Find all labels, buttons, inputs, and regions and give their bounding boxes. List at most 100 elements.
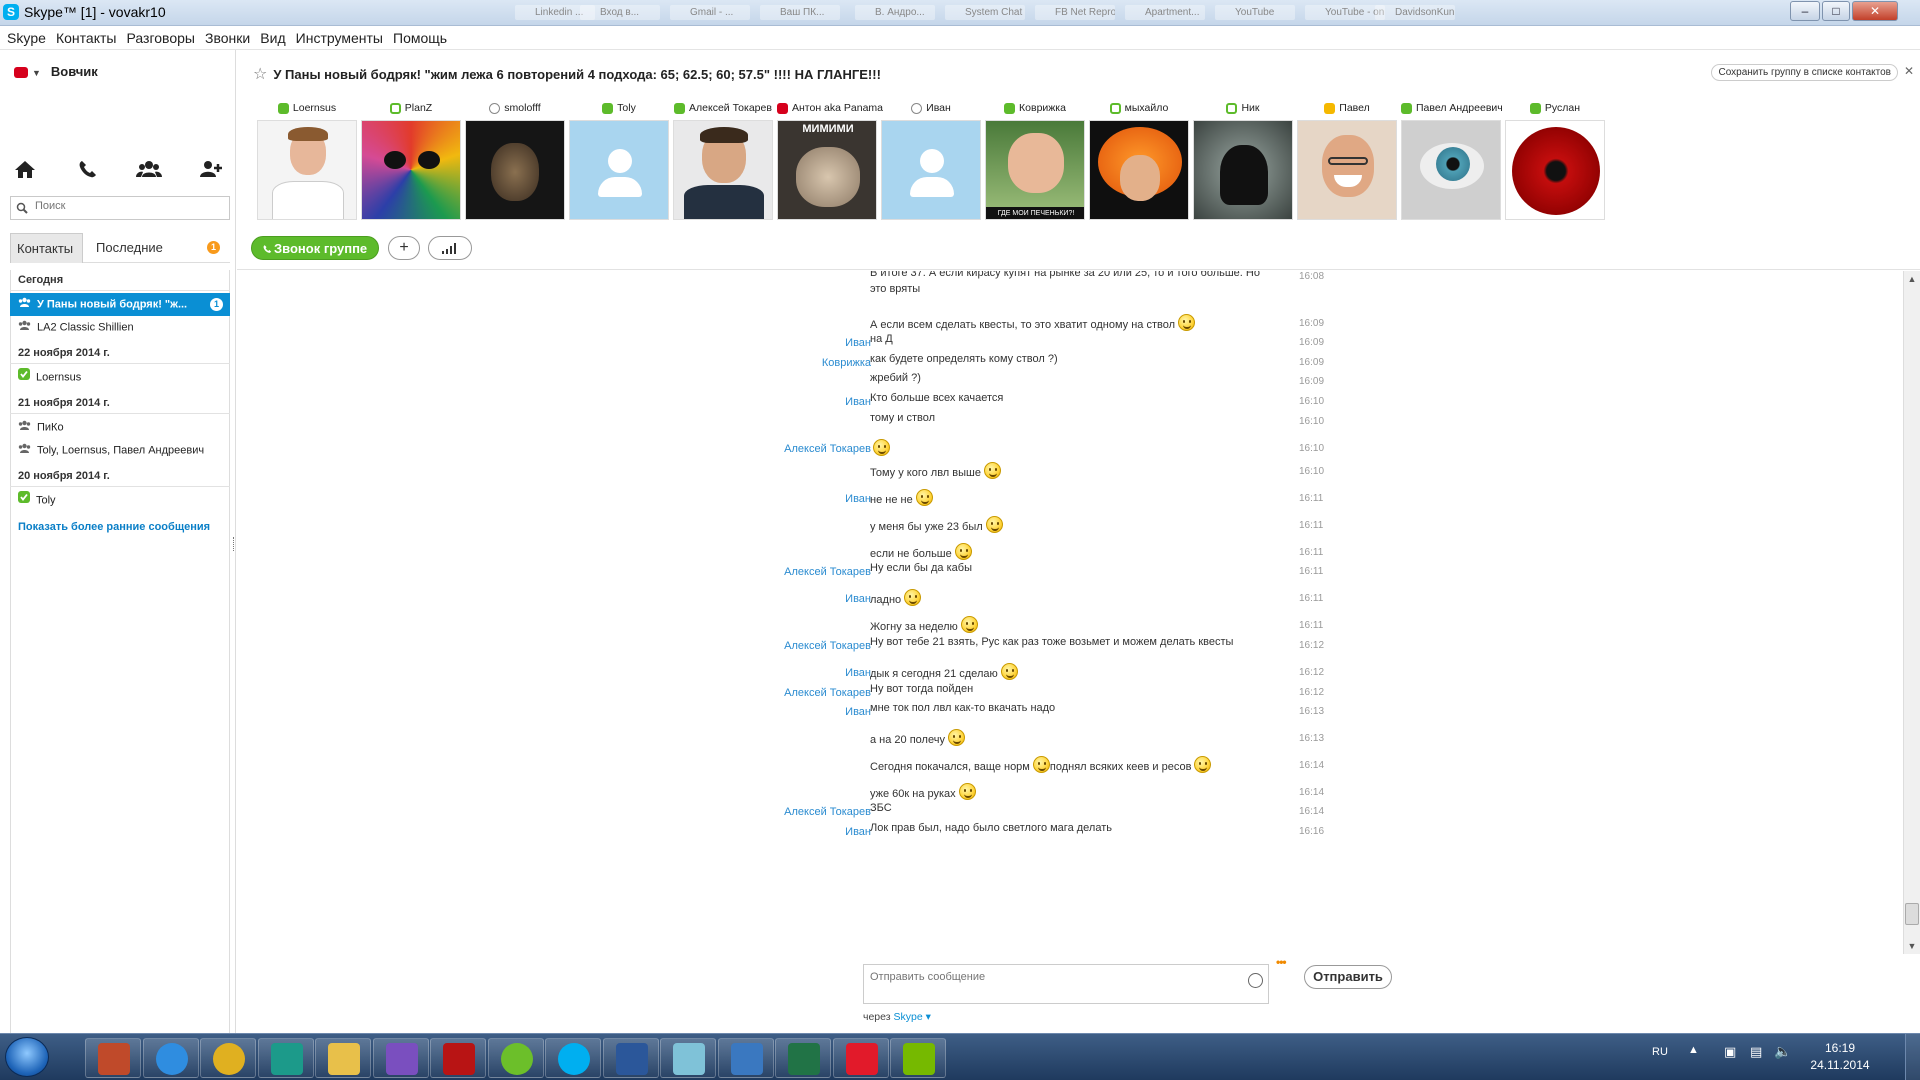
participant[interactable]: Алексей Токарев	[673, 100, 773, 220]
message-sender[interactable]: Иван	[845, 593, 871, 605]
language-indicator[interactable]: RU	[1652, 1046, 1668, 1058]
avatar[interactable]	[1193, 120, 1293, 220]
participant[interactable]: Ник	[1193, 100, 1293, 220]
message-sender[interactable]: Алексей Токарев	[784, 687, 871, 699]
tab-contacts[interactable]: Контакты	[10, 233, 83, 263]
autocad-taskbar-button[interactable]	[257, 1038, 314, 1078]
signal-icon[interactable]: ▤	[1750, 1044, 1762, 1060]
tab-recent[interactable]: Последние	[90, 233, 169, 263]
skype-taskbar-button[interactable]	[545, 1038, 601, 1078]
save-group-button[interactable]: Сохранить группу в списке контактов	[1711, 64, 1898, 81]
paint-taskbar-button[interactable]	[85, 1038, 141, 1078]
participant[interactable]: Антон aka Panama МИМИМИ	[777, 100, 883, 220]
message-sender[interactable]: Коврижка	[822, 357, 871, 369]
message-sender[interactable]: Алексей Токарев	[784, 640, 871, 652]
message-sender[interactable]: Алексей Токарев	[784, 806, 871, 818]
show-earlier-link[interactable]: Показать более ранние сообщения	[10, 512, 230, 542]
participant[interactable]: Иван	[881, 100, 981, 220]
star-icon[interactable]: ☆	[253, 66, 267, 83]
avatar[interactable]	[465, 120, 565, 220]
avatar[interactable]	[1089, 120, 1189, 220]
participant[interactable]: Павел	[1297, 100, 1397, 220]
notepad-taskbar-button[interactable]	[660, 1038, 716, 1078]
emoticon-icon[interactable]	[1248, 973, 1263, 988]
participant[interactable]: Toly	[569, 100, 669, 220]
contacts-icon[interactable]	[136, 158, 162, 180]
excel-taskbar-button[interactable]	[775, 1038, 831, 1078]
send-button[interactable]: Отправить	[1304, 965, 1392, 989]
call-quality-button[interactable]	[428, 236, 472, 260]
avatar[interactable]: ГДЕ МОИ ПЕЧЕНЬКИ?!	[985, 120, 1085, 220]
avatar[interactable]: МИМИМИ	[777, 120, 877, 220]
avatar[interactable]	[1505, 120, 1605, 220]
clock[interactable]: 16:19 24.11.2014	[1800, 1040, 1880, 1074]
menu-calls[interactable]: Звонки	[205, 30, 250, 46]
message-composer[interactable]	[863, 964, 1269, 1004]
chat-scrollbar[interactable]: ▲ ▼	[1903, 271, 1920, 954]
close-icon[interactable]: ✕	[1904, 64, 1914, 78]
participant[interactable]: Павел Андреевич	[1401, 100, 1503, 220]
avatar[interactable]	[569, 120, 669, 220]
close-button[interactable]: ✕	[1852, 1, 1898, 21]
start-button[interactable]	[5, 1037, 49, 1077]
menu-contacts[interactable]: Контакты	[56, 30, 116, 46]
scroll-thumb[interactable]	[1905, 903, 1919, 925]
scroll-down-icon[interactable]: ▼	[1904, 938, 1920, 954]
recent-item[interactable]: LA2 Classic Shillien	[10, 316, 230, 339]
explorer-taskbar-button[interactable]	[315, 1038, 371, 1078]
participant[interactable]: Коврижка ГДЕ МОИ ПЕЧЕНЬКИ?!	[985, 100, 1085, 220]
message-sender[interactable]: Алексей Токарев	[784, 566, 871, 578]
add-participant-button[interactable]: +	[388, 236, 420, 260]
avatar[interactable]	[673, 120, 773, 220]
word-taskbar-button[interactable]	[602, 1038, 659, 1078]
message-sender[interactable]: Иван	[845, 337, 871, 349]
participant[interactable]: smolofff	[465, 100, 565, 220]
avatar[interactable]	[881, 120, 981, 220]
message-sender[interactable]: Иван	[845, 826, 871, 838]
network-icon[interactable]: ▣	[1724, 1044, 1736, 1060]
via-service-selector[interactable]: через Skype ▾	[863, 1011, 931, 1023]
visual-studio-taskbar-button[interactable]	[372, 1038, 429, 1078]
home-icon[interactable]	[12, 158, 38, 180]
recent-item[interactable]: У Паны новый бодряк! "ж... 1	[10, 293, 230, 316]
avatar[interactable]	[1297, 120, 1397, 220]
participant[interactable]: Руслан	[1505, 100, 1605, 220]
menu-tools[interactable]: Инструменты	[296, 30, 383, 46]
adobe-taskbar-button[interactable]	[430, 1038, 486, 1078]
chrome-taskbar-button[interactable]	[200, 1038, 256, 1078]
pane-splitter[interactable]	[233, 537, 236, 551]
menu-conversations[interactable]: Разговоры	[127, 30, 195, 46]
scroll-up-icon[interactable]: ▲	[1904, 271, 1920, 287]
message-sender[interactable]: Иван	[845, 667, 871, 679]
avatar[interactable]	[1401, 120, 1501, 220]
minimize-button[interactable]: –	[1790, 1, 1820, 21]
message-sender[interactable]: Иван	[845, 706, 871, 718]
avatar[interactable]	[361, 120, 461, 220]
menu-view[interactable]: Вид	[260, 30, 285, 46]
message-sender[interactable]: Иван	[845, 396, 871, 408]
message-input[interactable]	[870, 971, 1230, 983]
tray-expand-icon[interactable]: ▲	[1688, 1044, 1699, 1056]
menu-skype[interactable]: Skype	[7, 30, 46, 46]
recent-item[interactable]: Toly, Loernsus, Павел Андреевич	[10, 439, 230, 462]
menu-help[interactable]: Помощь	[393, 30, 447, 46]
stylus-taskbar-button[interactable]	[717, 1038, 774, 1078]
maximize-button[interactable]: □	[1822, 1, 1850, 21]
avatar[interactable]	[257, 120, 357, 220]
participant[interactable]: мыхайло	[1089, 100, 1189, 220]
group-call-button[interactable]: Звонок группе	[251, 236, 379, 260]
nvidia-taskbar-button[interactable]	[890, 1038, 946, 1078]
recent-item[interactable]: Toly	[10, 489, 230, 512]
volume-icon[interactable]: 🔈	[1774, 1043, 1791, 1060]
message-sender[interactable]: Алексей Токарев	[784, 443, 871, 455]
add-contact-icon[interactable]	[198, 158, 224, 180]
recent-item[interactable]: Loernsus	[10, 366, 230, 389]
participant[interactable]: Loernsus	[257, 100, 357, 220]
message-sender[interactable]: Иван	[845, 493, 871, 505]
internet-explorer-taskbar-button[interactable]	[142, 1038, 199, 1078]
participant[interactable]: PlanZ	[361, 100, 461, 220]
show-desktop-button[interactable]	[1905, 1034, 1920, 1080]
search-box[interactable]	[10, 196, 230, 220]
daemon-taskbar-button[interactable]	[832, 1038, 889, 1078]
search-input[interactable]	[35, 200, 215, 212]
